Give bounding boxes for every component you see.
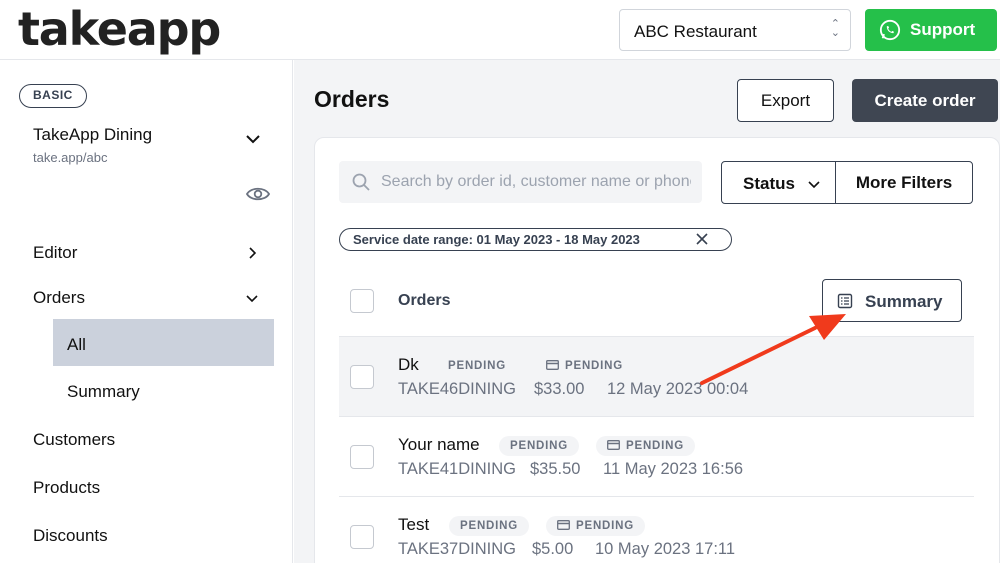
order-checkbox[interactable] [350,445,374,469]
payment-status-label: PENDING [565,360,623,372]
orders-list-header: Orders [398,292,451,309]
order-date: 10 May 2023 17:11 [595,540,736,558]
order-customer-name: Test [398,515,430,534]
status-filter-button[interactable]: Status [721,161,836,204]
payment-status-label: PENDING [626,440,684,452]
export-button[interactable]: Export [737,79,834,122]
date-range-label: Service date range: 01 May 2023 - 18 May… [353,232,640,247]
order-checkbox[interactable] [350,525,374,549]
chevron-down-icon [808,181,820,189]
order-customer-name: Dk [398,355,419,374]
order-checkbox[interactable] [350,365,374,389]
search-box [339,161,702,203]
order-id: TAKE41DINING [398,460,516,478]
order-date: 12 May 2023 00:04 [607,380,749,398]
sidebar-item-customers[interactable]: Customers [33,430,115,450]
support-label: Support [910,20,976,39]
support-button[interactable]: Support [865,9,997,51]
order-row[interactable]: Test PENDING PENDING TAKE37DINING $5.00 … [339,496,974,563]
close-icon[interactable] [696,233,708,245]
payment-status-label: PENDING [576,520,634,532]
status-filter-label: Status [743,174,795,193]
payment-status-badge: PENDING [596,436,695,456]
order-amount: $35.50 [530,460,581,478]
order-date: 11 May 2023 16:56 [603,460,744,478]
summary-button[interactable]: Summary [822,279,962,322]
top-header: takeapp ABC Restaurant ⌃ ⌄ Support [0,0,1000,60]
page-title: Orders [314,86,390,112]
order-row[interactable]: Your name PENDING PENDING TAKE41DINING $… [339,416,974,497]
sidebar-subitem-summary[interactable]: Summary [67,382,140,402]
sidebar-item-orders[interactable]: Orders [33,288,85,308]
sidebar: BASIC TakeApp Dining take.app/abc Editor… [0,60,293,563]
sidebar-subitem-all-highlight[interactable] [53,319,274,366]
credit-card-icon [607,440,620,450]
credit-card-icon [557,520,570,530]
summary-list-icon [837,293,853,309]
store-name[interactable]: TakeApp Dining [33,125,152,145]
restaurant-select-value: ABC Restaurant [634,22,757,41]
order-row[interactable]: Dk PENDING PENDING TAKE46DINING $33.00 1… [339,336,974,417]
sidebar-item-discounts[interactable]: Discounts [33,526,108,546]
eye-icon[interactable] [246,184,270,204]
main-content: Orders Export Create order Status More F… [294,60,1000,563]
order-amount: $5.00 [532,540,574,558]
select-all-checkbox[interactable] [350,289,374,313]
orders-card: Status More Filters Service date range: … [314,137,1000,563]
chevron-down-icon[interactable] [244,130,262,148]
sidebar-item-products[interactable]: Products [33,478,100,498]
store-url: take.app/abc [33,150,108,165]
order-status-badge: PENDING [499,436,579,456]
order-id: TAKE37DINING [398,540,516,558]
summary-label: Summary [865,292,943,311]
search-input[interactable] [381,161,691,203]
date-range-chip: Service date range: 01 May 2023 - 18 May… [339,228,732,251]
plan-badge: BASIC [19,84,87,108]
takeapp-logo[interactable]: takeapp [18,2,221,56]
select-updown-icon: ⌃ ⌄ [830,18,840,39]
order-status-badge: PENDING [448,360,506,372]
restaurant-select[interactable]: ABC Restaurant ⌃ ⌄ [619,9,851,51]
create-order-button[interactable]: Create order [852,79,998,122]
order-status-badge: PENDING [449,516,529,536]
chevron-down-icon [246,295,258,303]
payment-status-badge: PENDING [546,516,645,536]
order-amount: $33.00 [534,380,585,398]
order-customer-name: Your name [398,435,480,454]
chevron-right-icon [249,247,257,259]
search-icon [352,173,370,191]
payment-status-badge: PENDING [535,356,634,376]
whatsapp-icon [879,19,901,41]
more-filters-button[interactable]: More Filters [835,161,973,204]
sidebar-item-editor[interactable]: Editor [33,243,77,263]
sidebar-subitem-all[interactable]: All [67,335,86,355]
credit-card-icon [546,360,559,370]
order-id: TAKE46DINING [398,380,516,398]
